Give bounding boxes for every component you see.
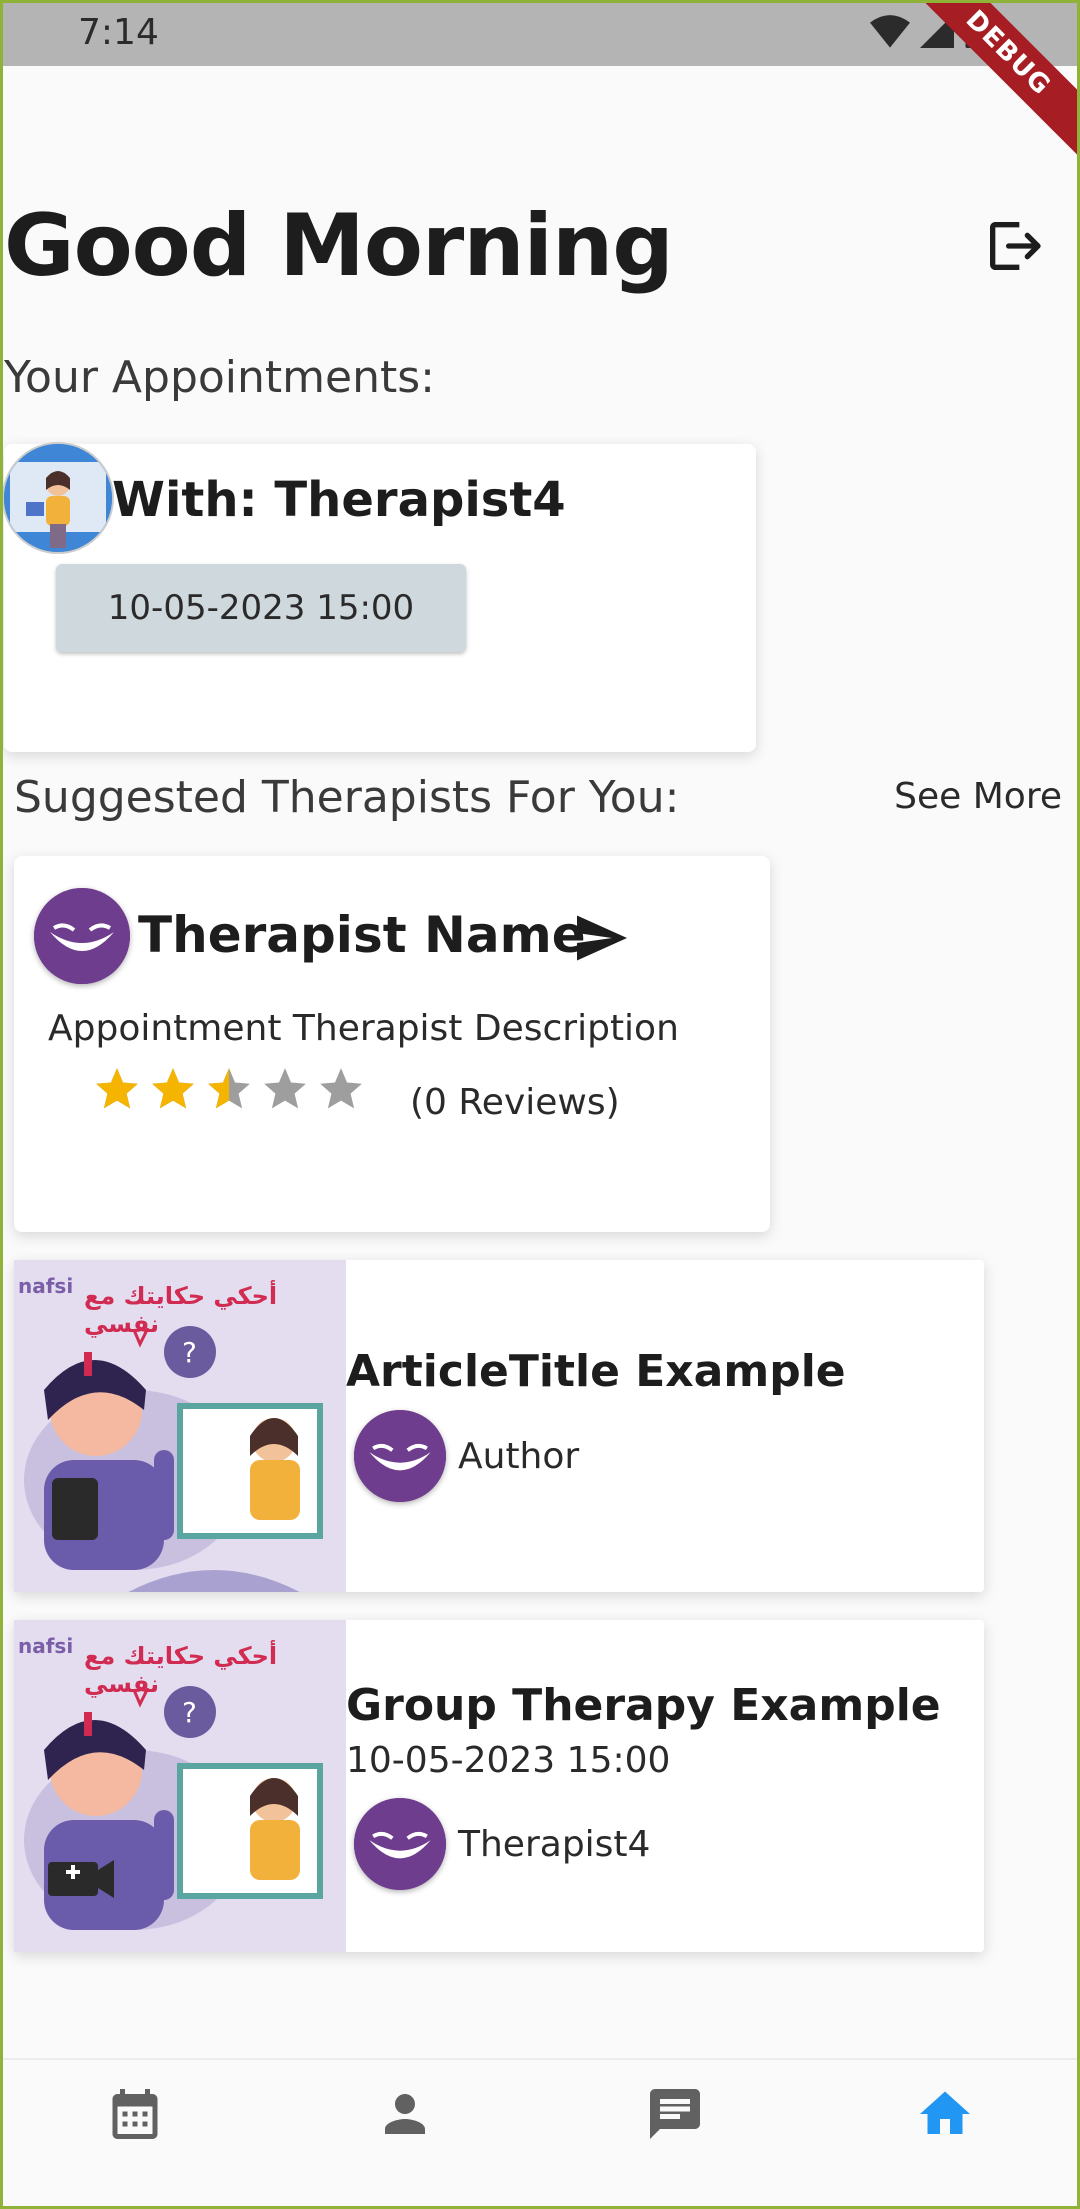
suggested-heading: Suggested Therapists For You: [14,772,680,823]
star-icon [208,1068,250,1109]
therapist-description: Appointment Therapist Description [48,1008,679,1049]
calendar-icon[interactable] [105,2084,165,2144]
therapist-avatar [2,442,114,554]
greeting-title: Good Morning [4,196,674,296]
status-bar: 7:14 [0,0,1080,66]
wifi-icon [870,15,910,48]
group-therapy-datetime: 10-05-2023 15:00 [346,1740,671,1781]
appointments-heading: Your Appointments: [4,352,435,403]
status-time: 7:14 [78,12,159,53]
article-author: Author [458,1436,580,1477]
article-thumbnail: ? nafsi أحكي حكايتك مع نفسي [14,1260,346,1592]
chat-icon[interactable] [645,2084,705,2144]
group-therapy-host: Therapist4 [458,1824,651,1865]
star-icon [264,1068,306,1109]
star-icon [96,1068,138,1109]
appointment-with: With: Therapist4 [112,472,566,528]
home-icon[interactable] [915,2084,975,2144]
reviews-count: (0 Reviews) [410,1082,620,1123]
rating-stars [92,1064,366,1114]
group-therapy-thumbnail: ? nafsi أحكي حكايتك مع نفسي [14,1620,346,1952]
thumbnail-text: أحكي حكايتك مع نفسي [84,1282,278,1338]
star-icon [152,1068,194,1109]
group-therapy-title: Group Therapy Example [346,1680,941,1731]
therapist-card[interactable]: Therapist Name Appointment Therapist Des… [14,856,770,1232]
logout-icon[interactable] [982,214,1046,278]
svg-text:?: ? [182,1336,197,1369]
thumbnail-logo: nafsi [18,1634,74,1658]
article-title: ArticleTitle Example [346,1346,846,1397]
person-icon[interactable] [375,2084,435,2144]
bottom-navigation [0,2060,1080,2209]
appointment-datetime-chip[interactable]: 10-05-2023 15:00 [56,564,466,652]
article-card[interactable]: ? nafsi أحكي حكايتك مع نفسي ArticleTitle… [14,1260,984,1592]
therapist-avatar [34,888,130,984]
see-more-link[interactable]: See More [894,776,1062,817]
thumbnail-text: أحكي حكايتك مع نفسي [84,1642,278,1698]
star-icon [320,1068,362,1109]
thumbnail-logo: nafsi [18,1274,74,1298]
group-therapy-card[interactable]: ? nafsi أحكي حكايتك مع نفسي Group Therap… [14,1620,984,1952]
author-avatar [354,1410,446,1502]
therapist-name: Therapist Name [138,906,586,964]
svg-text:?: ? [182,1696,197,1729]
send-icon[interactable] [570,908,634,968]
host-avatar [354,1798,446,1890]
appointment-card[interactable]: With: Therapist4 10-05-2023 15:00 [2,442,756,752]
